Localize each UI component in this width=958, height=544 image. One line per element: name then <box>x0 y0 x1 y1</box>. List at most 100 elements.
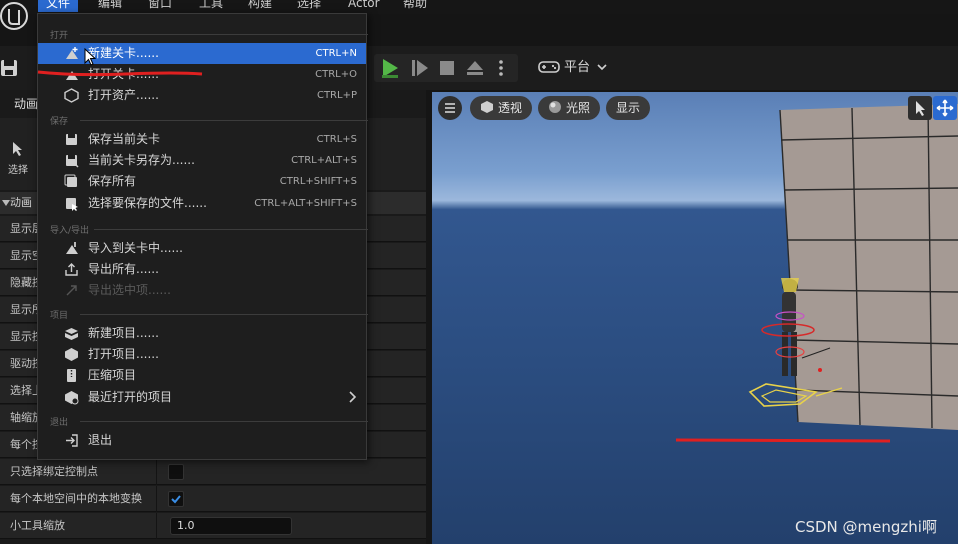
menu-item[interactable]: 打开项目...... <box>38 344 366 365</box>
menu-item[interactable]: 保存所有 CTRL+SHIFT+S <box>38 171 366 192</box>
show-label: 显示 <box>616 101 641 115</box>
more-options-icon[interactable] <box>492 56 510 80</box>
menu-item[interactable]: 当前关卡另存为...... CTRL+ALT+S <box>38 150 366 171</box>
menu-item[interactable]: 压缩项目 <box>38 365 366 386</box>
collapse-arrow-icon <box>2 200 10 206</box>
gizmo-scale-input[interactable]: 1.0 <box>170 517 292 535</box>
menu-item[interactable]: 打开资产...... CTRL+P <box>38 85 366 106</box>
lighting-sphere-icon <box>549 101 561 113</box>
menu-3[interactable]: 工具 <box>191 0 231 12</box>
import-icon <box>66 242 78 254</box>
menu-item-label: 压缩项目 <box>88 368 137 383</box>
animation-tab[interactable]: 动画 <box>0 92 38 116</box>
step-forward-icon[interactable] <box>408 56 432 80</box>
save-icon <box>66 134 77 145</box>
property-label: 每个本地空间中的本地变换 <box>10 492 142 505</box>
exit-icon <box>66 434 78 447</box>
menu-section-title: 保存 <box>50 117 69 127</box>
column-splitter[interactable] <box>156 486 157 512</box>
perspective-button[interactable]: 透视 <box>470 96 533 120</box>
select-tool-label: 选择 <box>8 165 28 176</box>
level-viewport[interactable]: 透视 光照 显示 <box>432 92 958 544</box>
annotation-strike <box>37 70 203 77</box>
property-row: 每个本地空间中的本地变换 <box>0 486 426 512</box>
property-checkbox[interactable] <box>168 491 184 507</box>
menu-item-label: 导入到关卡中...... <box>88 241 183 255</box>
menu-item: 导出选中项...... <box>38 280 366 301</box>
menu-item-shortcut: CTRL+ALT+S <box>291 155 357 167</box>
watermark: CSDN @mengzhi啊 <box>795 518 937 536</box>
menu-item[interactable]: 导出所有...... <box>38 259 366 280</box>
menu-divider <box>80 120 368 121</box>
recent-projects-icon <box>65 390 79 405</box>
menu-1[interactable]: 编辑 <box>90 0 130 12</box>
cube-icon <box>481 101 493 113</box>
menu-item[interactable]: 导入到关卡中...... <box>38 238 366 259</box>
column-splitter[interactable] <box>156 513 157 539</box>
mouse-cursor-icon <box>84 48 97 66</box>
menu-item-shortcut: CTRL+O <box>315 69 357 81</box>
new-level-icon <box>66 47 78 59</box>
section-header-label: 动画 <box>10 196 32 209</box>
export-selected-icon <box>66 285 77 296</box>
hamburger-icon <box>445 103 455 113</box>
menu-section-title: 导入/导出 <box>50 226 90 236</box>
menu-item-label: 导出所有...... <box>88 262 159 277</box>
lighting-label: 光照 <box>566 101 591 115</box>
chevron-down-icon <box>597 64 607 71</box>
menu-section-title: 退出 <box>50 418 69 428</box>
menu-item[interactable]: 最近打开的项目 <box>38 387 366 408</box>
menu-item-shortcut: CTRL+N <box>315 48 357 59</box>
menu-divider <box>80 421 368 422</box>
platform-label: 平台 <box>564 60 591 75</box>
play-icon[interactable] <box>378 56 402 80</box>
animation-tab-label: 动画 <box>14 97 39 111</box>
menu-2[interactable]: 窗口 <box>140 0 180 12</box>
new-project-icon <box>65 328 78 340</box>
menu-item-shortcut: CTRL+ALT+SHIFT+S <box>254 197 357 209</box>
menu-6[interactable]: Actor <box>340 0 388 12</box>
save-icon[interactable] <box>0 58 18 78</box>
menu-item[interactable]: 新建项目...... <box>38 323 366 344</box>
checkmark-icon <box>171 495 181 504</box>
property-row: 只选择绑定控制点 <box>0 459 426 485</box>
translate-mode-button[interactable] <box>933 96 957 120</box>
move-arrows-icon <box>936 99 954 117</box>
eject-icon[interactable] <box>463 56 487 80</box>
menu-item-shortcut: CTRL+P <box>316 90 357 102</box>
save-as-icon <box>66 155 79 168</box>
unreal-logo-icon[interactable] <box>0 0 34 38</box>
menu-item-label: 最近打开的项目 <box>88 389 173 404</box>
menu-5[interactable]: 选择 <box>289 0 329 12</box>
column-splitter[interactable] <box>156 459 157 485</box>
menu-item-label: 选择要保存的文件...... <box>88 195 207 210</box>
show-button[interactable]: 显示 <box>606 96 651 120</box>
viewport-menu-button[interactable] <box>438 96 462 120</box>
menu-item[interactable]: 保存当前关卡 CTRL+S <box>38 129 366 150</box>
property-row: 小工具缩放 1.0 <box>0 513 426 539</box>
property-label: 只选择绑定控制点 <box>10 465 98 478</box>
menu-item[interactable]: 选择要保存的文件...... CTRL+ALT+SHIFT+S <box>38 193 366 214</box>
menu-0[interactable]: 文件 <box>38 0 79 12</box>
gamepad-icon <box>538 61 560 73</box>
select-tool[interactable]: 选择 <box>4 140 32 180</box>
property-checkbox[interactable] <box>168 464 184 480</box>
save-all-icon <box>64 174 77 188</box>
platform-button[interactable]: 平台 <box>538 55 607 81</box>
stop-icon[interactable] <box>435 56 459 80</box>
cursor-icon <box>916 101 925 116</box>
menu-item-label: 新建关卡...... <box>88 46 159 60</box>
menu-item[interactable]: 退出 <box>38 430 366 451</box>
menu-4[interactable]: 构建 <box>240 0 280 12</box>
choose-files-icon <box>66 197 78 211</box>
open-asset-icon <box>64 88 79 104</box>
menu-7[interactable]: 帮助 <box>395 0 435 12</box>
lighting-button[interactable]: 光照 <box>538 96 601 120</box>
menu-item-label: 保存所有 <box>88 174 137 189</box>
annotation-underline <box>675 438 891 443</box>
menu-item-label: 新建项目...... <box>88 326 159 340</box>
menu-item-label: 当前关卡另存为...... <box>88 153 195 168</box>
viewport-scene <box>675 104 958 443</box>
select-tool-icon <box>13 142 22 156</box>
select-mode-button[interactable] <box>908 96 932 120</box>
